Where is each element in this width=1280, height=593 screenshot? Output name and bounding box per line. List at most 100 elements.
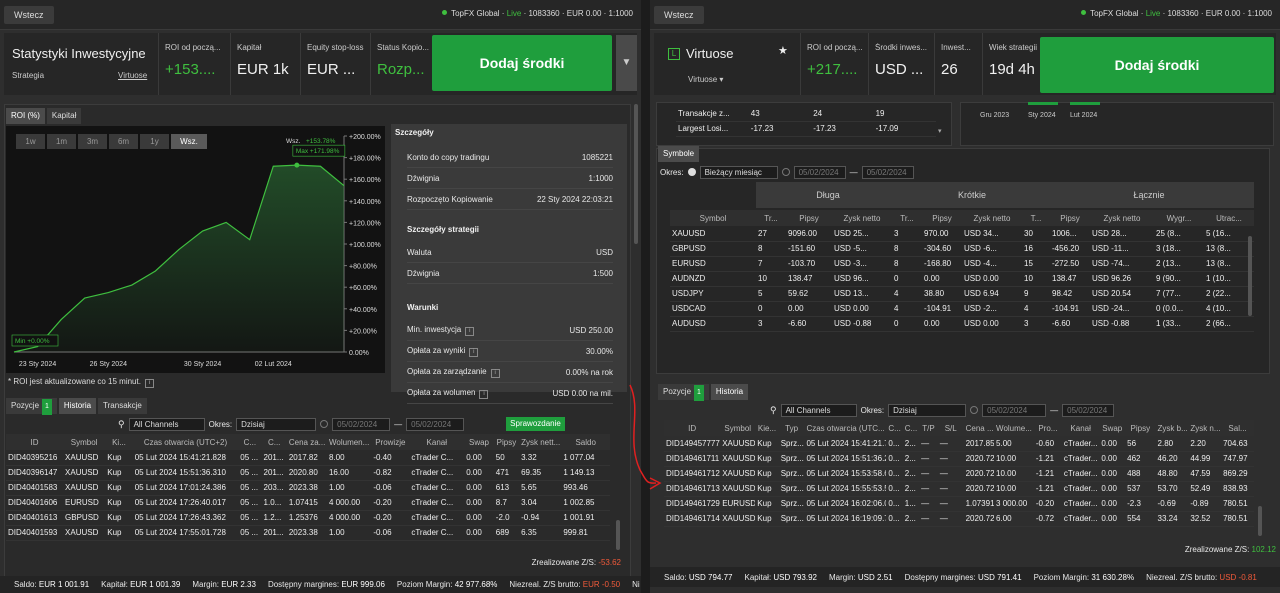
table-row[interactable]: XAUUSD 27 9096.00 USD 25... 3 970.00 USD 34...… — [670, 226, 1254, 242]
tab-capital[interactable]: Kapitał — [46, 108, 82, 124]
date-to[interactable]: 05/02/2024 — [406, 417, 465, 431]
table-row[interactable]: DID149457777 XAUUSD Kup Sprz... 05 Lut 2024 … — [664, 436, 1254, 452]
column-header[interactable]: Symbol — [670, 210, 756, 226]
column-header[interactable]: Czas otwarcia (UTC+2) — [132, 434, 239, 450]
column-header[interactable]: Wolume... — [994, 420, 1034, 436]
column-header[interactable]: Tr... — [756, 210, 786, 226]
tab-positions[interactable]: Pozycje 1 — [6, 398, 57, 415]
table-row[interactable]: DID40401613 GBPUSD Kup 05 Lut 2024 17:26:43… — [6, 510, 610, 526]
column-header[interactable]: Prowizje — [371, 434, 410, 450]
table-scrollbar[interactable] — [616, 520, 620, 550]
column-header[interactable]: Wolumen... — [326, 434, 372, 450]
column-header[interactable]: Zysk b... — [1155, 420, 1189, 436]
column-header[interactable]: Pipsy — [493, 434, 520, 450]
tab-roi[interactable]: ROI (%) — [6, 108, 45, 124]
back-button[interactable]: Wstecz — [654, 6, 704, 24]
table-row[interactable]: DID40401593 XAUUSD Kup 05 Lut 2024 17:55:01… — [6, 525, 610, 541]
column-header[interactable]: Swap — [464, 434, 494, 450]
tab-symbols[interactable]: Symbole — [658, 146, 700, 162]
table-row[interactable]: GBPUSD 8 -151.60 USD -5... 8 -304.60 USD -6...… — [670, 241, 1254, 257]
channels-select[interactable]: All Channels — [780, 403, 857, 417]
radio-icon[interactable] — [970, 406, 979, 414]
info-icon[interactable]: i — [479, 390, 489, 399]
date-to[interactable]: 05/02/2024 — [1062, 403, 1115, 417]
info-icon[interactable]: i — [469, 348, 479, 357]
column-header[interactable]: Pipsy — [786, 210, 832, 226]
info-icon[interactable]: i — [490, 369, 500, 378]
column-header[interactable]: Zysk netto — [1090, 210, 1154, 226]
column-header[interactable]: Swap — [1099, 420, 1126, 436]
column-header[interactable]: Pro... — [1033, 420, 1062, 436]
column-header[interactable]: Sal... — [1221, 420, 1254, 436]
table-row[interactable]: DID149461714 XAUUSD Kup Sprz... 05 Lut 2024 … — [664, 511, 1254, 527]
column-header[interactable]: Pipsy — [922, 210, 962, 226]
table-row[interactable]: AUDUSD 3 -6.60 USD -0.88 0 0.00 USD 0.00 3 -6.60… — [670, 316, 1254, 332]
column-header[interactable]: Ki... — [105, 434, 133, 450]
column-header[interactable]: Saldo — [561, 434, 610, 450]
radio-icon[interactable] — [320, 420, 329, 428]
star-icon[interactable]: ★ — [778, 44, 788, 57]
column-header[interactable]: Kie... — [755, 420, 779, 436]
column-header[interactable]: Czas otwarcia (UTC... — [804, 420, 887, 436]
add-funds-button[interactable]: Dodaj środki — [1040, 37, 1274, 93]
column-header[interactable]: Kanał — [409, 434, 465, 450]
info-icon[interactable]: i — [144, 379, 154, 388]
column-header[interactable]: C... — [886, 420, 903, 436]
column-header[interactable]: C... — [902, 420, 920, 436]
column-header[interactable]: ID — [6, 434, 64, 450]
column-header[interactable]: Pipsy — [1125, 420, 1156, 436]
tab-transactions[interactable]: Transakcje — [98, 398, 147, 414]
column-header[interactable]: Zysk netto — [962, 210, 1022, 226]
radio-icon[interactable] — [781, 168, 790, 176]
search-icon[interactable]: ⚲ — [118, 419, 125, 430]
column-header[interactable]: Symbol — [720, 420, 756, 436]
chevron-down-icon[interactable]: ▾ — [938, 127, 942, 135]
table-row[interactable]: DID40401606 EURUSD Kup 05 Lut 2024 17:26:40… — [6, 495, 610, 511]
table-row[interactable]: DID40401583 XAUUSD Kup 05 Lut 2024 17:01:24… — [6, 480, 610, 496]
period-select[interactable]: Dzisiaj — [236, 417, 317, 431]
column-header[interactable]: C... — [261, 434, 287, 450]
account-info[interactable]: TopFX Global · Live · 1083360 · EUR 0.00… — [1081, 9, 1272, 18]
column-header[interactable]: Zysk netto — [832, 210, 892, 226]
tab-history[interactable]: Historia — [58, 398, 97, 414]
column-header[interactable]: S/L — [937, 420, 964, 436]
date-from[interactable]: 05/02/2024 — [982, 403, 1047, 417]
date-from[interactable]: 05/02/2024 — [332, 417, 391, 431]
column-header[interactable]: C... — [238, 434, 262, 450]
column-header[interactable]: Typ — [778, 420, 805, 436]
column-header[interactable]: Tr... — [892, 210, 922, 226]
table-row[interactable]: DID149461712 XAUUSD Kup Sprz... 05 Lut 2024 … — [664, 466, 1254, 482]
column-header[interactable]: Wygr... — [1154, 210, 1204, 226]
strategy-link[interactable]: Virtuose — [118, 71, 147, 80]
table-scrollbar[interactable] — [1258, 506, 1262, 536]
table-row[interactable]: DID149461729 EURUSD Kup Sprz... 05 Lut 2024 … — [664, 496, 1254, 512]
table-row[interactable]: DID149461713 XAUUSD Kup Sprz... 05 Lut 2024 … — [664, 481, 1254, 497]
table-row[interactable]: DID149461711 XAUUSD Kup Sprz... 05 Lut 2024 … — [664, 451, 1254, 467]
report-button[interactable]: Sprawozdanie — [506, 417, 565, 431]
column-header[interactable]: Cena ... — [963, 420, 995, 436]
strategy-subtitle[interactable]: Virtuose ▾ — [688, 75, 723, 84]
column-header[interactable]: Pipsy — [1050, 210, 1090, 226]
period-select[interactable]: Dzisiaj — [888, 403, 967, 417]
table-row[interactable]: DID40395216 XAUUSD Kup 05 Lut 2024 15:41:21… — [6, 450, 610, 466]
table-row[interactable]: USDJPY 5 59.62 USD 13... 4 38.80 USD 6.94 9 98.4… — [670, 286, 1254, 302]
column-header[interactable]: Cena za... — [286, 434, 327, 450]
scrollbar[interactable] — [634, 104, 638, 244]
column-header[interactable]: Zysk nett... — [519, 434, 562, 450]
column-header[interactable]: Symbol — [63, 434, 106, 450]
column-header[interactable]: Utrac... — [1204, 210, 1254, 226]
info-icon[interactable]: i — [465, 327, 475, 336]
column-header[interactable]: T/P — [919, 420, 938, 436]
add-funds-button[interactable]: Dodaj środki — [432, 35, 612, 91]
table-row[interactable]: AUDNZD 10 138.47 USD 96... 0 0.00 USD 0.00 10 13… — [670, 271, 1254, 287]
search-icon[interactable]: ⚲ — [770, 405, 777, 416]
column-header[interactable]: T... — [1022, 210, 1050, 226]
column-header[interactable]: Zysk n... — [1188, 420, 1222, 436]
column-header[interactable]: Kanał — [1061, 420, 1100, 436]
symbols-scrollbar[interactable] — [1248, 236, 1252, 316]
tab-positions[interactable]: Pozycje 1 — [658, 384, 709, 401]
tab-history[interactable]: Historia — [710, 384, 749, 400]
chevron-down-icon[interactable]: ▼ — [616, 35, 637, 91]
table-row[interactable]: DID40396147 XAUUSD Kup 05 Lut 2024 15:51:36… — [6, 465, 610, 481]
date-from[interactable]: 05/02/2024 — [793, 165, 846, 179]
